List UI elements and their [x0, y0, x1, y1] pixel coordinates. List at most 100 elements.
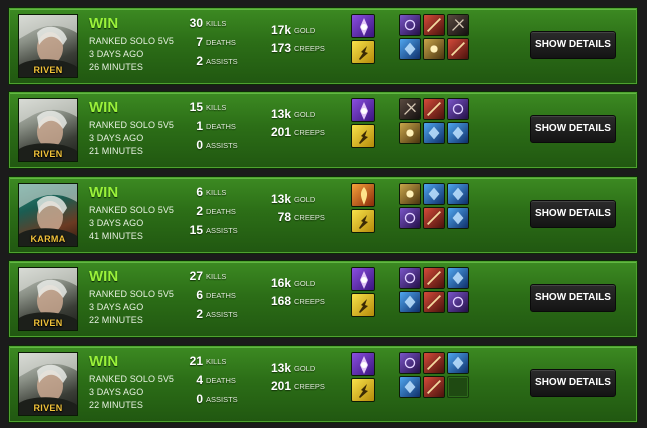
- deaths-label: DEATHS: [206, 207, 236, 216]
- item-icon-blue[interactable]: [399, 376, 421, 398]
- kills-value: 27: [189, 269, 203, 283]
- item-icon-red[interactable]: [423, 207, 445, 229]
- deaths-stat: 4 DEATHS: [160, 373, 240, 387]
- item-icon-blue[interactable]: [399, 38, 421, 60]
- item-icon-gold[interactable]: [399, 183, 421, 205]
- show-details-button[interactable]: SHOW DETAILS: [530, 31, 616, 59]
- item-icon-purple[interactable]: [399, 352, 421, 374]
- creeps-stat: 168 CREEPS: [250, 294, 326, 308]
- kills-value: 30: [189, 16, 203, 30]
- match-result: WIN: [89, 353, 119, 370]
- item-icon-purple[interactable]: [447, 291, 469, 313]
- show-details-button[interactable]: SHOW DETAILS: [530, 115, 616, 143]
- deaths-value: 7: [196, 35, 203, 49]
- item-icon-red[interactable]: [423, 376, 445, 398]
- show-details-button[interactable]: SHOW DETAILS: [530, 369, 616, 397]
- item-icon-blue[interactable]: [447, 207, 469, 229]
- kills-label: KILLS: [206, 188, 227, 197]
- kills-value: 15: [189, 100, 203, 114]
- gold-label: GOLD: [294, 364, 316, 373]
- item-icon-red[interactable]: [423, 267, 445, 289]
- match-row: KARMA WIN RANKED SOLO 5V5 3 DAYS AGO 41 MINU…: [9, 177, 637, 253]
- champion-portrait: RIVEN: [18, 14, 78, 78]
- show-details-button[interactable]: SHOW DETAILS: [530, 284, 616, 312]
- creeps-stat: 78 CREEPS: [250, 210, 326, 224]
- deaths-label: DEATHS: [206, 122, 236, 131]
- item-icon-dark[interactable]: [447, 14, 469, 36]
- deaths-stat: 6 DEATHS: [160, 288, 240, 302]
- item-icon-blue[interactable]: [399, 291, 421, 313]
- assists-stat: 15 ASSISTS: [160, 223, 240, 237]
- item-icon-purple[interactable]: [399, 207, 421, 229]
- kills-label: KILLS: [206, 103, 227, 112]
- creeps-label: CREEPS: [294, 128, 325, 137]
- show-details-button[interactable]: SHOW DETAILS: [530, 200, 616, 228]
- item-icon-dark[interactable]: [399, 98, 421, 120]
- gold-value: 13k: [270, 361, 291, 375]
- assists-stat: 0 ASSISTS: [160, 392, 240, 406]
- item-icon-blue[interactable]: [447, 183, 469, 205]
- creeps-label: CREEPS: [294, 382, 325, 391]
- kills-stat: 6 KILLS: [160, 185, 240, 199]
- flash-icon[interactable]: [351, 40, 375, 64]
- match-result: WIN: [89, 15, 119, 32]
- item-icon-blue[interactable]: [447, 122, 469, 144]
- creeps-value: 168: [270, 294, 291, 308]
- assists-stat: 2 ASSISTS: [160, 54, 240, 68]
- spell-icon-orange[interactable]: [351, 183, 375, 207]
- match-result: WIN: [89, 99, 119, 116]
- kills-stat: 30 KILLS: [160, 16, 240, 30]
- match-result: WIN: [89, 268, 119, 285]
- item-icon-red[interactable]: [423, 14, 445, 36]
- item-icon-red[interactable]: [447, 38, 469, 60]
- assists-value: 2: [196, 54, 203, 68]
- assists-value: 0: [196, 392, 203, 406]
- flash-icon[interactable]: [351, 209, 375, 233]
- flash-icon[interactable]: [351, 293, 375, 317]
- spell-icon-purple[interactable]: [351, 98, 375, 122]
- champion-portrait: RIVEN: [18, 352, 78, 416]
- item-icon-blue[interactable]: [423, 122, 445, 144]
- flash-icon[interactable]: [351, 378, 375, 402]
- creeps-value: 201: [270, 379, 291, 393]
- item-icon-blue[interactable]: [447, 267, 469, 289]
- item-icon-blue[interactable]: [447, 352, 469, 374]
- match-row: RIVEN WIN RANKED SOLO 5V5 3 DAYS AGO 22 MINU…: [9, 261, 637, 337]
- assists-stat: 0 ASSISTS: [160, 138, 240, 152]
- item-icon-purple[interactable]: [399, 14, 421, 36]
- kills-stat: 15 KILLS: [160, 100, 240, 114]
- spell-icon-purple[interactable]: [351, 14, 375, 38]
- assists-value: 0: [196, 138, 203, 152]
- flash-icon[interactable]: [351, 124, 375, 148]
- gold-stat: 13k GOLD: [250, 361, 326, 375]
- assists-stat: 2 ASSISTS: [160, 307, 240, 321]
- deaths-stat: 1 DEATHS: [160, 119, 240, 133]
- item-icon-blue[interactable]: [423, 183, 445, 205]
- item-icon-red[interactable]: [423, 352, 445, 374]
- item-icon-purple[interactable]: [447, 98, 469, 120]
- item-icon-gold[interactable]: [399, 122, 421, 144]
- item-icon-gold[interactable]: [423, 38, 445, 60]
- assists-label: ASSISTS: [206, 310, 238, 319]
- match-row: RIVEN WIN RANKED SOLO 5V5 3 DAYS AGO 21 MINU…: [9, 92, 637, 168]
- gold-label: GOLD: [294, 26, 316, 35]
- item-icon-red[interactable]: [423, 291, 445, 313]
- deaths-label: DEATHS: [206, 291, 236, 300]
- spell-icon-purple[interactable]: [351, 352, 375, 376]
- kills-label: KILLS: [206, 19, 227, 28]
- kills-value: 21: [189, 354, 203, 368]
- spell-icon-purple[interactable]: [351, 267, 375, 291]
- assists-label: ASSISTS: [206, 226, 238, 235]
- match-row: RIVEN WIN RANKED SOLO 5V5 3 DAYS AGO 22 MINU…: [9, 346, 637, 422]
- assists-label: ASSISTS: [206, 141, 238, 150]
- champion-name: RIVEN: [33, 65, 63, 75]
- assists-value: 15: [189, 223, 203, 237]
- gold-value: 16k: [270, 276, 291, 290]
- match-result: WIN: [89, 184, 119, 201]
- deaths-stat: 7 DEATHS: [160, 35, 240, 49]
- item-icon-red[interactable]: [423, 98, 445, 120]
- item-icon-purple[interactable]: [399, 267, 421, 289]
- match-duration: 26 MINUTES: [89, 62, 144, 72]
- deaths-value: 4: [196, 373, 203, 387]
- time-ago: 3 DAYS AGO: [89, 387, 144, 397]
